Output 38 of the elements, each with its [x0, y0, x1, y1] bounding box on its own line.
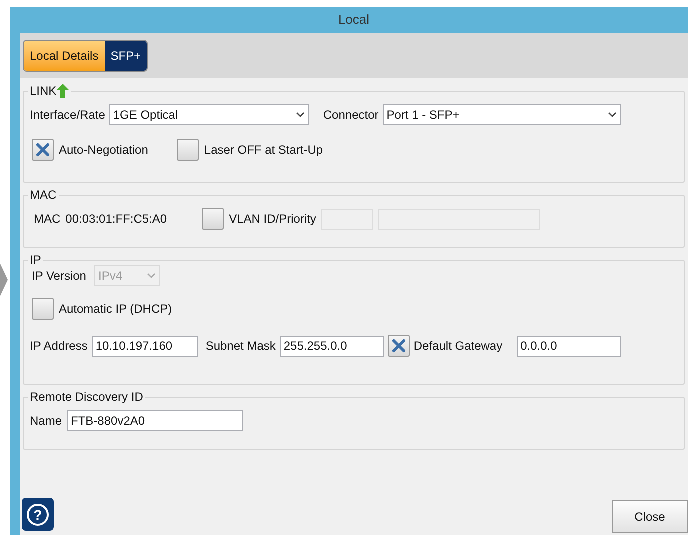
- checkbox[interactable]: [32, 298, 54, 320]
- field-label: Connector: [323, 106, 379, 124]
- close-button[interactable]: Close: [612, 500, 688, 533]
- field-label: Interface/Rate: [30, 106, 106, 124]
- caret-icon: [147, 272, 156, 278]
- field-label: Auto-Negotiation: [59, 142, 148, 159]
- tab[interactable]: SFP+: [104, 40, 148, 70]
- field-label: Laser OFF at Start-Up: [204, 142, 324, 159]
- checkbox[interactable]: [177, 139, 200, 161]
- field-label: IP Address: [30, 338, 88, 355]
- dropdown[interactable]: 1GE Optical: [109, 104, 310, 125]
- help-button[interactable]: ?: [22, 498, 54, 531]
- field-label: Default Gateway: [414, 338, 503, 355]
- caret-icon: [608, 112, 617, 118]
- group-title: Remote Discovery ID: [30, 389, 144, 406]
- field-label: Subnet Mask: [206, 338, 276, 355]
- input-field[interactable]: FTB-880v2A0: [67, 410, 244, 431]
- dropdown[interactable]: Port 1 - SFP+: [382, 104, 621, 125]
- input-field[interactable]: 255.255.0.0: [280, 336, 384, 356]
- field-label: Automatic IP (DHCP): [59, 301, 172, 318]
- group-title: LINK: [30, 83, 57, 100]
- checkbox[interactable]: [202, 208, 224, 230]
- up-arrow-icon: [56, 84, 69, 98]
- group-title: IP: [30, 252, 42, 269]
- chevron-icon: [0, 262, 8, 296]
- checkbox[interactable]: [32, 139, 54, 161]
- field-label: VLAN ID/Priority: [229, 211, 316, 228]
- input-field[interactable]: 10.10.197.160: [92, 336, 198, 356]
- tab[interactable]: Local Details: [24, 40, 105, 70]
- checkbox[interactable]: [388, 335, 410, 357]
- group-title: MAC: [30, 187, 57, 204]
- field-label: MAC: [34, 211, 61, 228]
- mac-address: 00:03:01:FF:C5:A0: [66, 211, 168, 228]
- window-title: Local: [337, 11, 371, 29]
- caret-icon: [296, 112, 306, 118]
- input-field[interactable]: 0.0.0.0: [516, 336, 621, 356]
- field-label: IP Version: [32, 268, 86, 284]
- field-label: Name: [30, 412, 62, 430]
